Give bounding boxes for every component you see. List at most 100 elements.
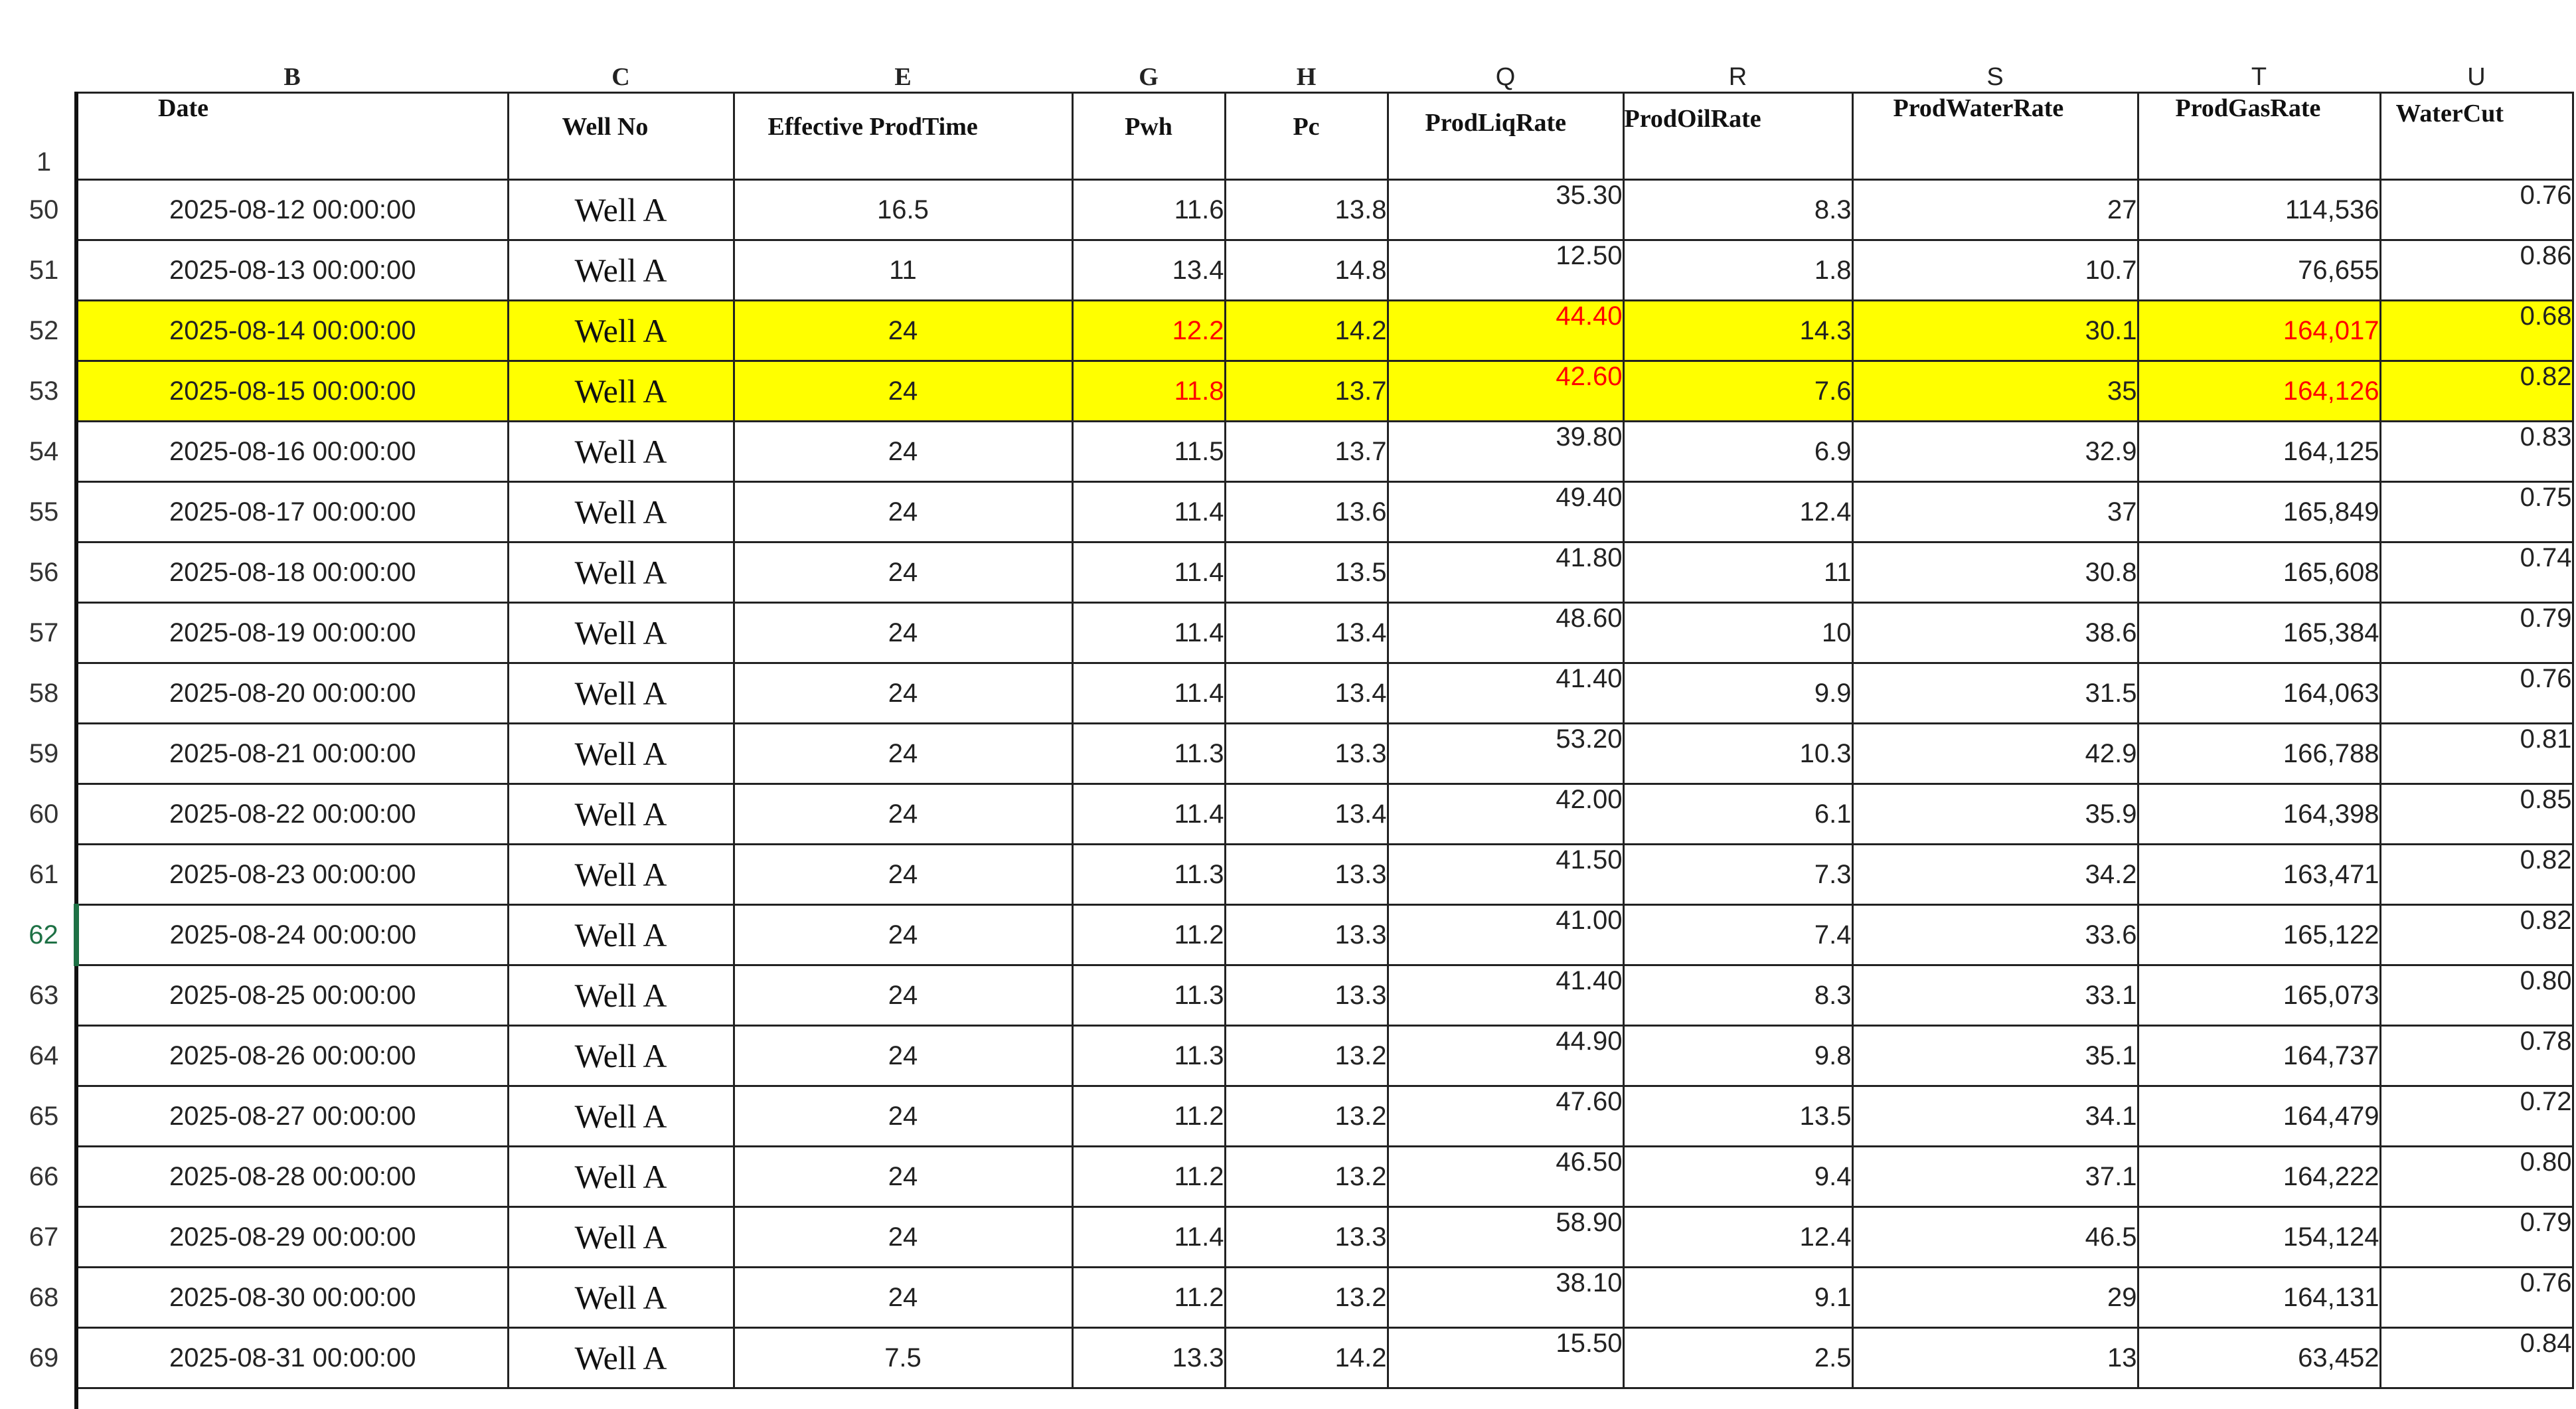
cell-pwh[interactable]: 11.2 [1072, 905, 1225, 965]
cell-effective-prodtime[interactable]: 16.5 [734, 180, 1072, 240]
cell-effective-prodtime[interactable]: 7.5 [734, 1328, 1072, 1388]
cell-date[interactable]: 2025-08-16 00:00:00 [76, 422, 508, 482]
cell-prodwaterrate[interactable]: 37 [1852, 482, 2138, 542]
cell-pc[interactable]: 13.2 [1225, 1147, 1388, 1207]
cell-watercut[interactable]: 0.79 [2380, 603, 2573, 663]
header-pc[interactable]: Pc [1225, 93, 1388, 180]
cell-date[interactable]: 2025-08-23 00:00:00 [76, 845, 508, 905]
cell-prodoilrate[interactable]: 10.3 [1623, 724, 1852, 784]
header-prodoilrate[interactable]: ProdOilRate [1623, 93, 1852, 180]
cell-prodgasrate[interactable]: 164,063 [2138, 663, 2380, 724]
cell-watercut[interactable]: 0.80 [2380, 1147, 2573, 1207]
cell-effective-prodtime[interactable]: 24 [734, 724, 1072, 784]
cell-watercut[interactable]: 0.72 [2380, 1086, 2573, 1147]
cell-watercut[interactable]: 0.84 [2380, 1328, 2573, 1388]
cell-date[interactable]: 2025-08-17 00:00:00 [76, 482, 508, 542]
cell-prodgasrate[interactable]: 165,849 [2138, 482, 2380, 542]
row-number[interactable]: 62 [13, 905, 76, 965]
cell-well-no[interactable]: Well A [508, 603, 734, 663]
cell-pc[interactable]: 14.2 [1225, 301, 1388, 361]
cell-well-no[interactable]: Well A [508, 1328, 734, 1388]
cell-pwh[interactable]: 11.3 [1072, 1026, 1225, 1086]
cell-prodoilrate[interactable]: 14.3 [1623, 301, 1852, 361]
row-number[interactable]: 69 [13, 1328, 76, 1388]
cell-date[interactable]: 2025-08-22 00:00:00 [76, 784, 508, 845]
cell-effective-prodtime[interactable]: 11 [734, 240, 1072, 301]
cell-prodgasrate[interactable]: 165,384 [2138, 603, 2380, 663]
cell-prodwaterrate[interactable]: 33.6 [1852, 905, 2138, 965]
cell-effective-prodtime[interactable]: 24 [734, 422, 1072, 482]
column-header-r[interactable]: R [1623, 40, 1852, 93]
cell-prodwaterrate[interactable]: 35 [1852, 361, 2138, 422]
cell-pc[interactable]: 13.3 [1225, 724, 1388, 784]
cell-pc[interactable]: 13.7 [1225, 361, 1388, 422]
cell-prodliqrate[interactable]: 41.00 [1388, 905, 1623, 965]
cell-prodwaterrate[interactable]: 38.6 [1852, 603, 2138, 663]
column-header-s[interactable]: S [1852, 40, 2138, 93]
cell-watercut[interactable]: 0.85 [2380, 784, 2573, 845]
cell-date[interactable]: 2025-08-27 00:00:00 [76, 1086, 508, 1147]
cell-prodoilrate[interactable]: 6.9 [1623, 422, 1852, 482]
row-number[interactable]: 55 [13, 482, 76, 542]
cell-prodgasrate[interactable]: 164,222 [2138, 1147, 2380, 1207]
cell-well-no[interactable]: Well A [508, 1207, 734, 1268]
cell-prodwaterrate[interactable]: 46.5 [1852, 1207, 2138, 1268]
cell-watercut[interactable]: 0.82 [2380, 905, 2573, 965]
cell-well-no[interactable]: Well A [508, 724, 734, 784]
cell-pc[interactable]: 13.3 [1225, 965, 1388, 1026]
cell-well-no[interactable]: Well A [508, 240, 734, 301]
cell-watercut[interactable]: 0.82 [2380, 361, 2573, 422]
cell-pwh[interactable]: 11.4 [1072, 784, 1225, 845]
cell-prodgasrate[interactable]: 164,737 [2138, 1026, 2380, 1086]
cell-watercut[interactable]: 0.74 [2380, 542, 2573, 603]
cell-pwh[interactable]: 11.3 [1072, 965, 1225, 1026]
cell-prodliqrate[interactable]: 42.60 [1388, 361, 1623, 422]
cell-prodliqrate[interactable]: 46.50 [1388, 1147, 1623, 1207]
cell-watercut[interactable]: 0.78 [2380, 1026, 2573, 1086]
cell-prodliqrate[interactable]: 42.00 [1388, 784, 1623, 845]
cell-prodliqrate[interactable]: 41.80 [1388, 542, 1623, 603]
cell-well-no[interactable]: Well A [508, 845, 734, 905]
cell-prodwaterrate[interactable]: 33.1 [1852, 965, 2138, 1026]
column-header-e[interactable]: E [734, 40, 1072, 93]
row-number[interactable]: 60 [13, 784, 76, 845]
cell-pc[interactable]: 13.3 [1225, 1207, 1388, 1268]
cell-prodliqrate[interactable]: 41.50 [1388, 845, 1623, 905]
cell-well-no[interactable]: Well A [508, 542, 734, 603]
column-header-q[interactable]: Q [1388, 40, 1623, 93]
cell-well-no[interactable]: Well A [508, 965, 734, 1026]
cell-prodgasrate[interactable]: 76,655 [2138, 240, 2380, 301]
row-number[interactable]: 51 [13, 240, 76, 301]
cell-prodgasrate[interactable]: 164,398 [2138, 784, 2380, 845]
cell-prodgasrate[interactable]: 164,126 [2138, 361, 2380, 422]
corner-cell[interactable] [13, 40, 76, 93]
cell-prodliqrate[interactable]: 41.40 [1388, 663, 1623, 724]
cell-pwh[interactable]: 11.4 [1072, 663, 1225, 724]
cell-date[interactable]: 2025-08-29 00:00:00 [76, 1207, 508, 1268]
cell-pc[interactable]: 13.7 [1225, 422, 1388, 482]
cell-pwh[interactable]: 11.3 [1072, 845, 1225, 905]
cell-date[interactable]: 2025-08-31 00:00:00 [76, 1328, 508, 1388]
cell-prodwaterrate[interactable]: 30.8 [1852, 542, 2138, 603]
cell-pwh[interactable]: 11.4 [1072, 482, 1225, 542]
cell-watercut[interactable]: 0.76 [2380, 1268, 2573, 1328]
cell-date[interactable]: 2025-08-28 00:00:00 [76, 1147, 508, 1207]
cell-well-no[interactable]: Well A [508, 180, 734, 240]
cell-pwh[interactable]: 11.3 [1072, 724, 1225, 784]
cell-prodgasrate[interactable]: 63,452 [2138, 1328, 2380, 1388]
cell-prodwaterrate[interactable]: 42.9 [1852, 724, 2138, 784]
cell-prodgasrate[interactable]: 114,536 [2138, 180, 2380, 240]
cell-effective-prodtime[interactable]: 24 [734, 1147, 1072, 1207]
cell-prodoilrate[interactable]: 11 [1623, 542, 1852, 603]
cell-pc[interactable]: 13.5 [1225, 542, 1388, 603]
cell-effective-prodtime[interactable]: 24 [734, 482, 1072, 542]
cell-watercut[interactable]: 0.80 [2380, 965, 2573, 1026]
cell-prodwaterrate[interactable]: 27 [1852, 180, 2138, 240]
cell-prodoilrate[interactable]: 9.4 [1623, 1147, 1852, 1207]
cell-pwh[interactable]: 11.8 [1072, 361, 1225, 422]
cell-well-no[interactable]: Well A [508, 482, 734, 542]
cell-watercut[interactable]: 0.76 [2380, 663, 2573, 724]
cell-watercut[interactable]: 0.75 [2380, 482, 2573, 542]
cell-well-no[interactable]: Well A [508, 663, 734, 724]
cell-date[interactable]: 2025-08-18 00:00:00 [76, 542, 508, 603]
